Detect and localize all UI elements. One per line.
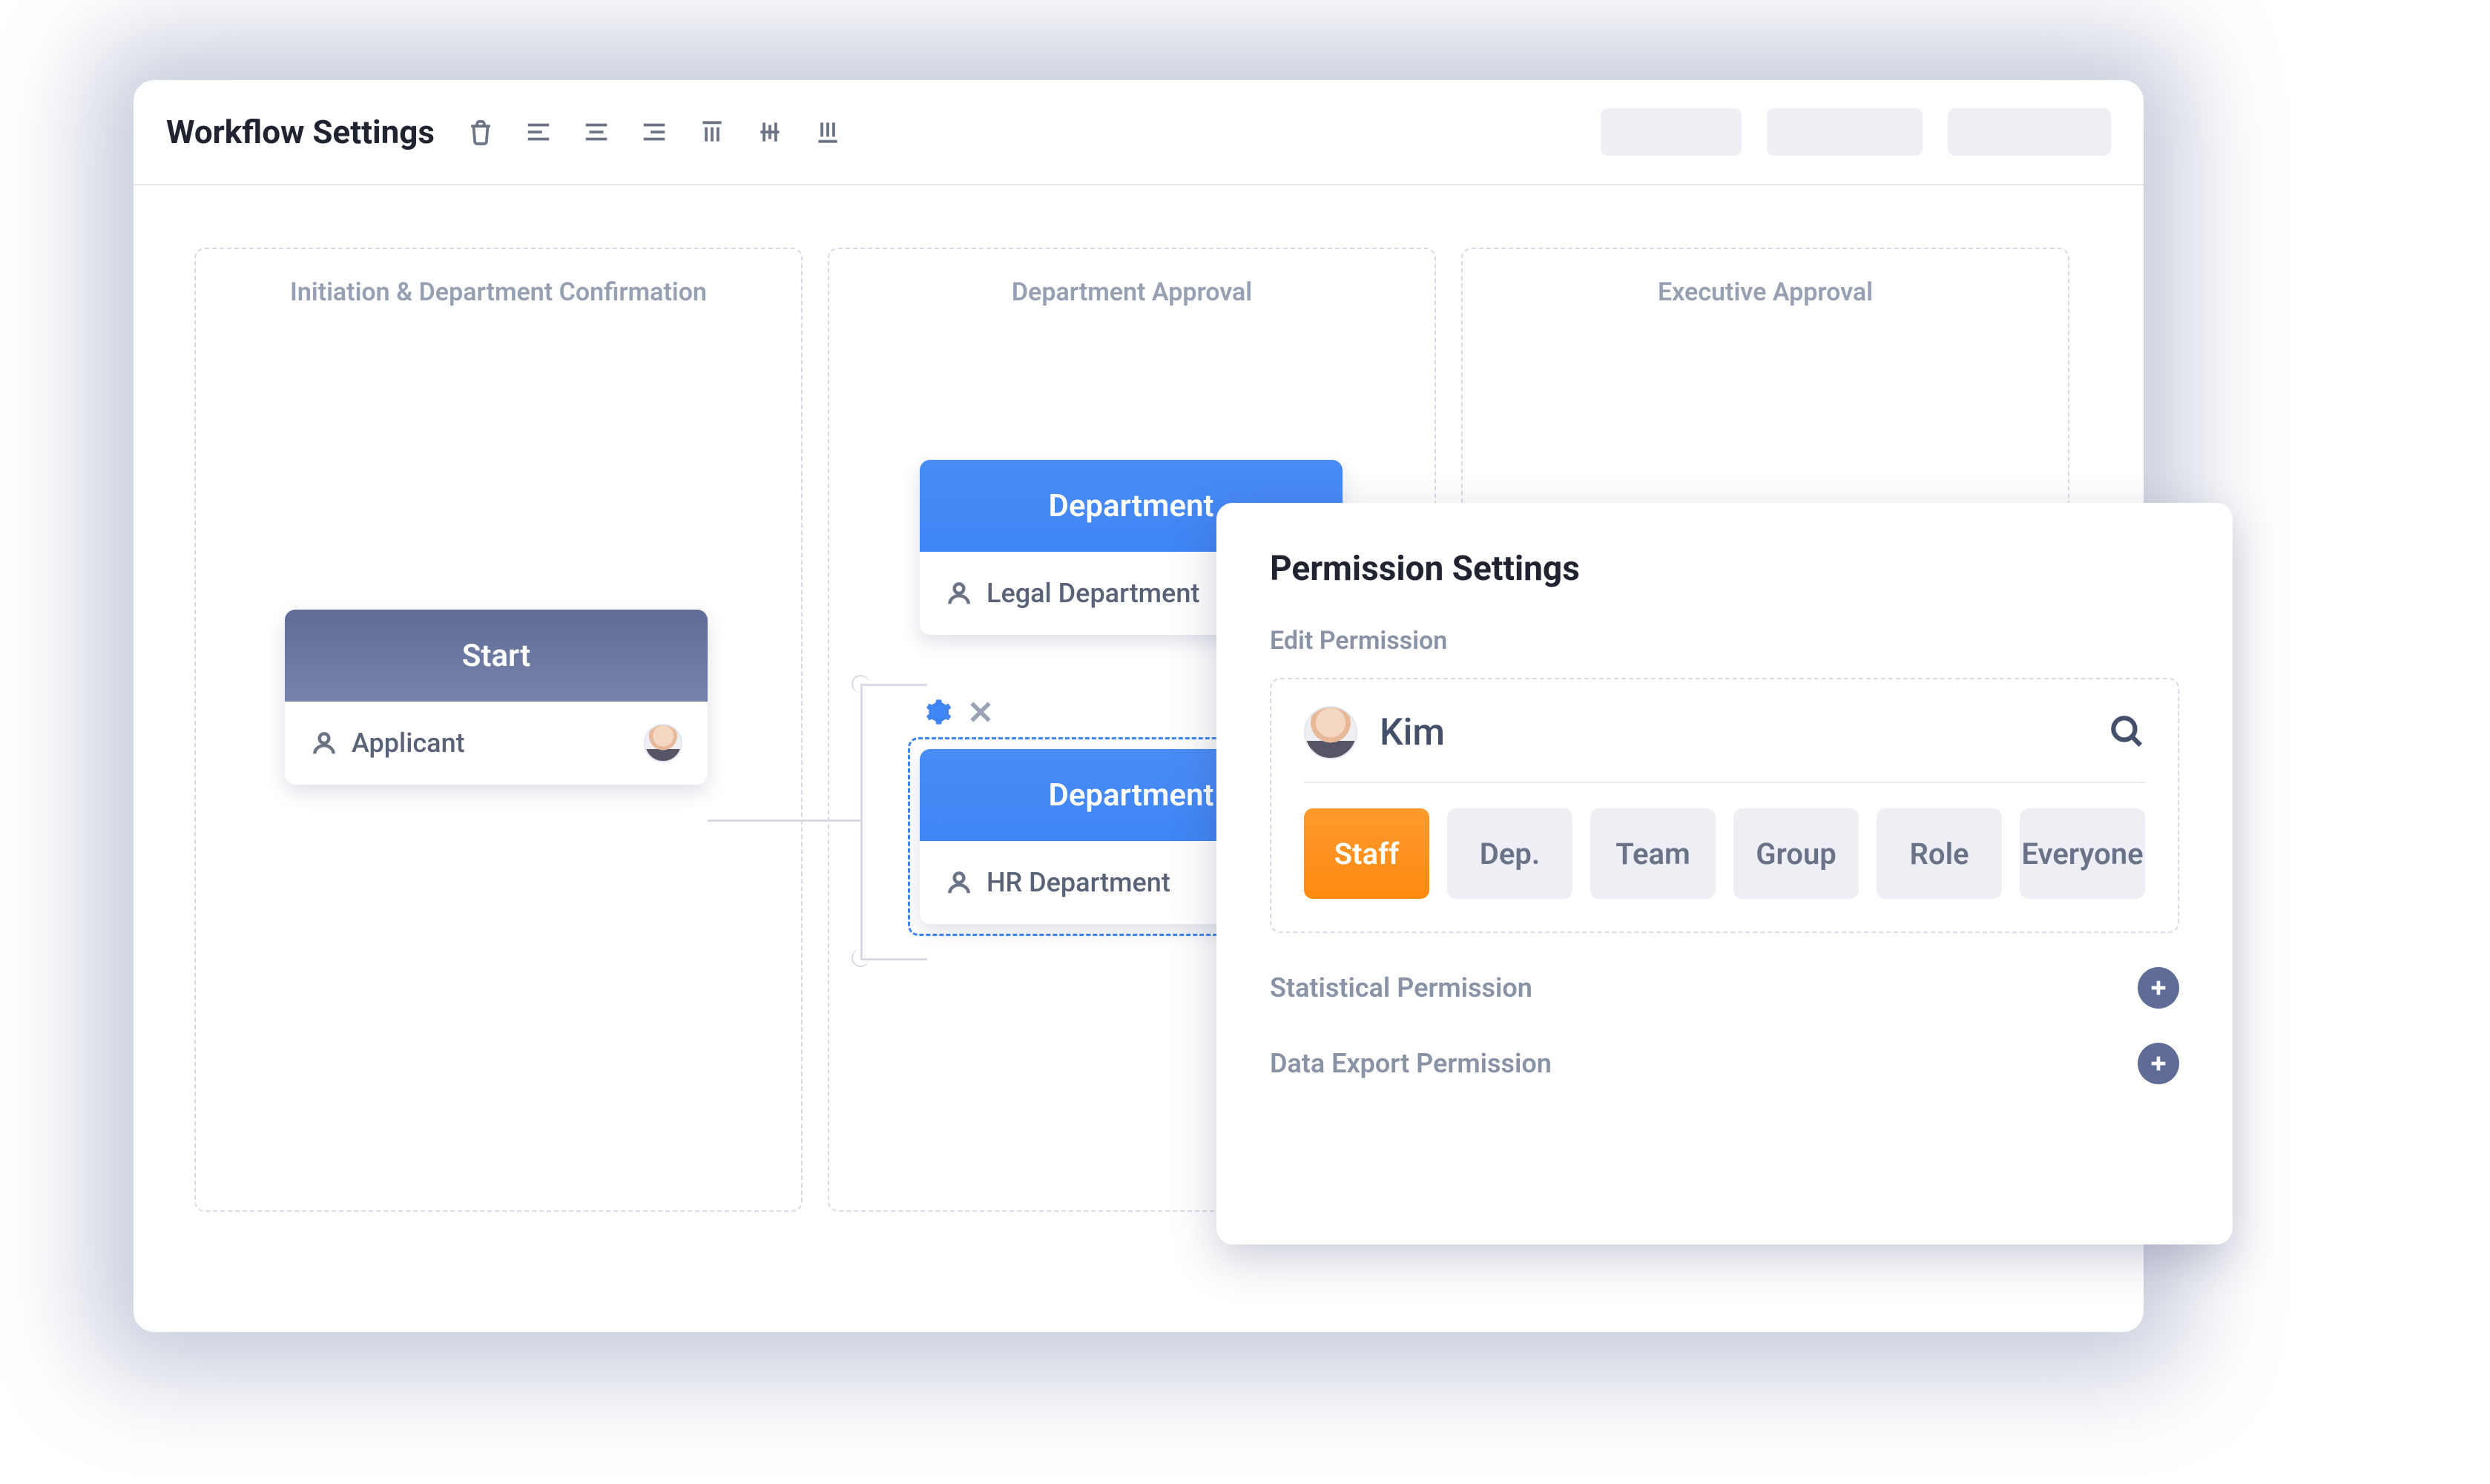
align-left-icon[interactable] <box>522 116 555 148</box>
distribute-middle-icon[interactable] <box>754 116 786 148</box>
filter-group[interactable]: Group <box>1733 808 1859 899</box>
page-title: Workflow Settings <box>166 113 435 151</box>
node-title: Start <box>285 610 708 702</box>
lane-title: Department Approval <box>829 277 1435 307</box>
toolbar: Workflow Settings <box>134 80 2144 185</box>
filter-role[interactable]: Role <box>1877 808 2002 899</box>
node-actor: HR Department <box>987 867 1170 898</box>
distribute-bottom-icon[interactable] <box>811 116 844 148</box>
distribute-top-icon[interactable] <box>696 116 728 148</box>
edit-permission-label: Edit Permission <box>1270 626 2179 656</box>
search-name: Kim <box>1380 711 1445 754</box>
align-right-icon[interactable] <box>638 116 671 148</box>
lane-title: Executive Approval <box>1463 277 2068 307</box>
node-tools <box>923 697 995 730</box>
node-start[interactable]: Start Applicant <box>285 610 708 785</box>
filter-everyone[interactable]: Everyone <box>2020 808 2145 899</box>
permission-search[interactable]: Kim <box>1304 706 2145 783</box>
statistical-permission-label: Statistical Permission <box>1270 972 1532 1003</box>
filter-dep[interactable]: Dep. <box>1447 808 1572 899</box>
gear-icon[interactable] <box>923 697 952 730</box>
add-export-permission-button[interactable] <box>2138 1043 2179 1084</box>
filter-team[interactable]: Team <box>1590 808 1716 899</box>
toolbar-placeholder[interactable] <box>1948 108 2111 156</box>
filter-row: Staff Dep. Team Group Role Everyone <box>1304 808 2145 899</box>
export-permission-row: Data Export Permission <box>1270 1043 2179 1084</box>
add-statistical-permission-button[interactable] <box>2138 967 2179 1009</box>
statistical-permission-row: Statistical Permission <box>1270 967 2179 1009</box>
panel-title: Permission Settings <box>1270 549 2179 589</box>
node-actor: Legal Department <box>987 578 1199 609</box>
person-icon <box>310 729 338 757</box>
filter-staff[interactable]: Staff <box>1304 808 1429 899</box>
search-icon[interactable] <box>2108 713 2145 753</box>
close-icon[interactable] <box>966 697 995 730</box>
permission-panel: Permission Settings Edit Permission Kim … <box>1216 503 2233 1244</box>
toolbar-placeholder[interactable] <box>1601 108 1742 156</box>
trash-icon[interactable] <box>464 116 497 148</box>
node-actor: Applicant <box>352 728 465 759</box>
avatar <box>1304 706 1357 759</box>
toolbar-placeholder[interactable] <box>1767 108 1923 156</box>
align-center-icon[interactable] <box>580 116 613 148</box>
lane-title: Initiation & Department Confirmation <box>196 277 801 307</box>
person-icon <box>945 579 973 607</box>
export-permission-label: Data Export Permission <box>1270 1048 1552 1079</box>
person-icon <box>945 868 973 897</box>
avatar <box>644 724 682 762</box>
edit-permission-box: Kim Staff Dep. Team Group Role Everyone <box>1270 678 2179 933</box>
